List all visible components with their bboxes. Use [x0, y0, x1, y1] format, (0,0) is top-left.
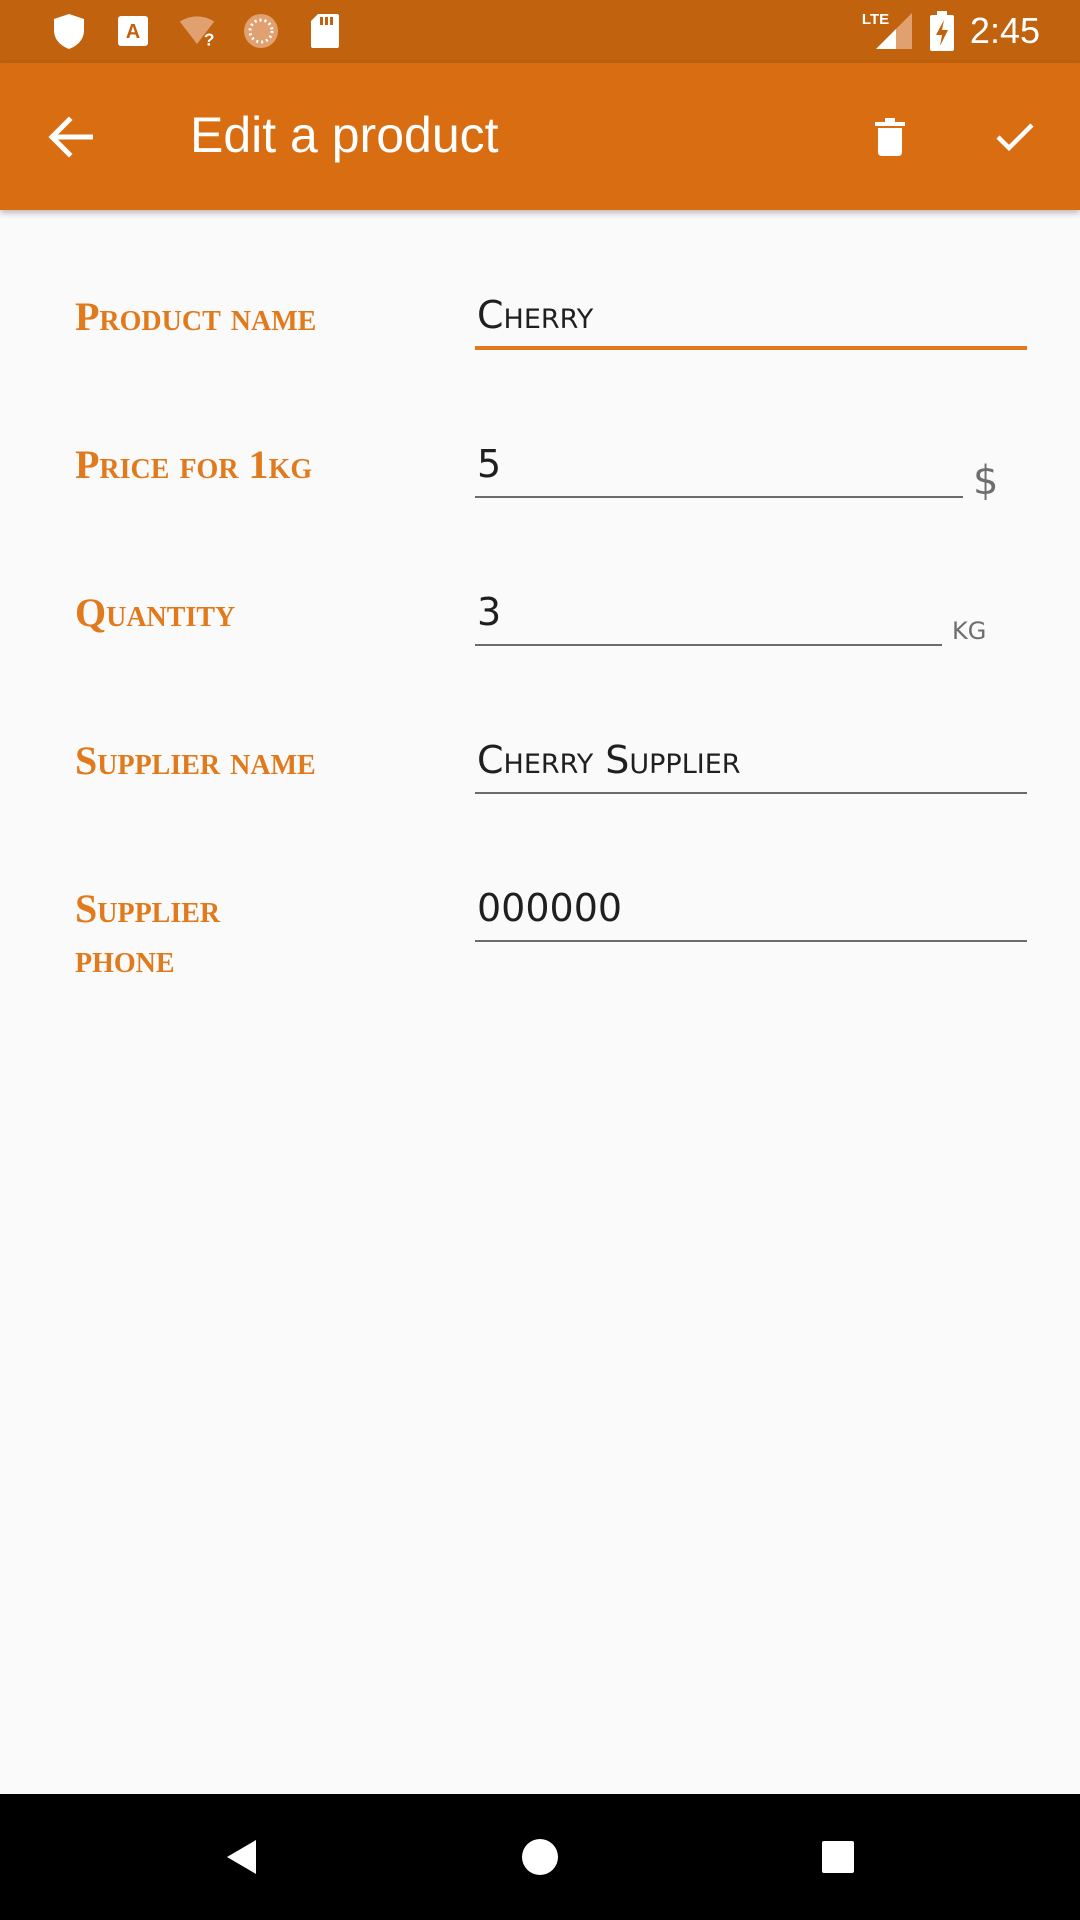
- page-title: Edit a product: [190, 107, 499, 163]
- text-app-icon: A: [114, 12, 152, 50]
- check-icon: [996, 123, 1034, 152]
- status-bar: A ? LTE 2:45: [0, 0, 1080, 63]
- wifi-unknown-icon: ?: [178, 12, 216, 50]
- supplier-phone-input[interactable]: [475, 876, 1027, 942]
- status-icons-right: LTE 2:45: [862, 10, 1040, 52]
- sd-card-icon: [306, 12, 344, 50]
- status-icons-left: A ?: [50, 12, 344, 50]
- battery-charging-icon: [929, 11, 954, 51]
- quantity-unit: kg: [952, 608, 987, 648]
- product-name-label: Product name: [75, 294, 317, 339]
- save-button[interactable]: [985, 107, 1045, 167]
- lte-signal-icon: LTE: [862, 11, 914, 51]
- delete-button[interactable]: [860, 107, 920, 167]
- svg-text:A: A: [126, 21, 140, 43]
- nav-back-button[interactable]: [211, 1827, 271, 1887]
- nav-home-button[interactable]: [510, 1827, 570, 1887]
- quantity-input[interactable]: [475, 580, 942, 646]
- app-toolbar: Edit a product: [0, 63, 1080, 210]
- back-triangle-icon: [227, 1840, 256, 1874]
- system-nav-bar: [0, 1794, 1080, 1920]
- nav-recents-button[interactable]: [808, 1827, 868, 1887]
- price-input[interactable]: [475, 432, 963, 498]
- supplier-name-label: Supplier name: [75, 738, 316, 783]
- price-unit: $: [973, 458, 999, 504]
- trash-icon: [875, 118, 905, 156]
- supplier-phone-label: Supplier phone: [75, 886, 221, 981]
- network-type: LTE: [861, 11, 890, 28]
- loading-icon: [242, 12, 280, 50]
- home-circle-icon: [522, 1839, 558, 1875]
- recents-square-icon: [822, 1841, 854, 1873]
- back-button[interactable]: [40, 107, 100, 167]
- clock: 2:45: [969, 10, 1040, 51]
- svg-text:?: ?: [204, 30, 215, 50]
- product-name-input[interactable]: [475, 284, 1027, 350]
- arrow-back-icon: [48, 116, 93, 158]
- price-label: Price for 1kg: [75, 442, 313, 487]
- shield-icon: [50, 12, 88, 50]
- supplier-name-input[interactable]: [475, 728, 1027, 794]
- quantity-label: Quantity: [75, 590, 236, 635]
